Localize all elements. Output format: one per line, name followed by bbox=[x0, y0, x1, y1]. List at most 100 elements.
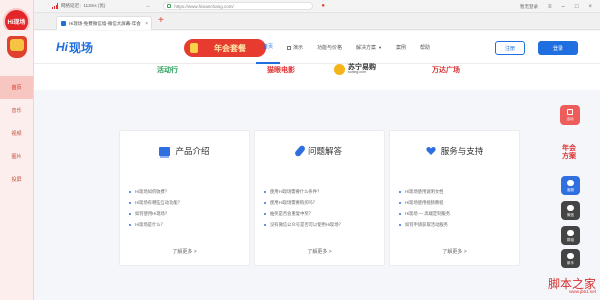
card-link[interactable]: 使用Hi现场需要购买吗？ bbox=[264, 197, 343, 208]
site-logo[interactable]: Hi 现场 bbox=[56, 37, 93, 57]
card-product-intro: 产品介绍 Hi现场如何收费？ Hi现场有哪些互动功能？ 如何使用Hi现场？ Hi… bbox=[119, 130, 250, 266]
wechat-label: 微信 bbox=[567, 213, 574, 217]
watermark: 脚本之家 www.jb51.net bbox=[548, 278, 596, 295]
back-arrow-icon[interactable]: ← bbox=[145, 3, 151, 9]
card-link[interactable]: Hi现场是什么？ bbox=[129, 219, 182, 230]
promo-banner[interactable]: 年会套餐 bbox=[184, 39, 266, 57]
close-button[interactable]: × bbox=[588, 4, 592, 10]
menu-icon[interactable]: ≡ bbox=[548, 4, 552, 10]
learn-more-link[interactable]: 了解更多 > bbox=[255, 248, 384, 255]
group-label: 群组 bbox=[567, 238, 574, 242]
watermark-main: 脚本之家 bbox=[547, 276, 596, 291]
browser-side-rail: Hi现场 首页 音乐 视频 图片 投屏 bbox=[0, 0, 34, 300]
card-link[interactable]: Hi现场有哪些互动功能？ bbox=[129, 197, 182, 208]
maximize-button[interactable]: □ bbox=[575, 4, 579, 10]
card-links: Hi现场使用说明文档 Hi现场使用视频教程 Hi现场 — 高端定制服务 如何申请… bbox=[399, 186, 450, 230]
tab-title: Hi现场-免费微信墙-微信大屏幕-年会 bbox=[69, 20, 141, 26]
login-button[interactable]: 登录 bbox=[538, 41, 578, 55]
card-service-support: 服务与支持 Hi现场使用说明文档 Hi现场使用视频教程 Hi现场 — 高端定制服… bbox=[389, 130, 520, 266]
card-faq: 问题解答 使用Hi现场需要什么条件？ 使用Hi现场需要购买吗？ 抽奖是否会重复中… bbox=[254, 130, 385, 266]
window-controls: 暂无登录 ≡ – □ × bbox=[520, 0, 592, 13]
main-nav: 首页 演示 功能与价格 解决方案 ▼ 案例 帮助 bbox=[256, 31, 437, 64]
register-button[interactable]: 注册 bbox=[495, 41, 525, 55]
card-link[interactable]: Hi现场如何收费？ bbox=[129, 186, 182, 197]
nav-help[interactable]: 帮助 bbox=[413, 31, 437, 64]
learn-more-link[interactable]: 了解更多 > bbox=[120, 248, 249, 255]
rail-item-video[interactable]: 视频 bbox=[0, 122, 33, 145]
floating-toolbar: 活动 年会 方案 客服 微信 群组 新手 bbox=[554, 105, 584, 268]
nav-solutions-label: 解决方案 bbox=[356, 45, 377, 51]
signal-icon bbox=[52, 3, 58, 9]
card-link[interactable]: 如何使用Hi现场？ bbox=[129, 208, 182, 219]
chat-icon bbox=[567, 180, 574, 186]
annual-plan-line2: 方案 bbox=[562, 153, 576, 160]
tab-hixianchang[interactable]: Hi现场-免费微信墙-微信大屏幕-年会 × bbox=[56, 16, 152, 30]
user-status[interactable]: 暂无登录 bbox=[520, 4, 538, 10]
suning-domain: suning.com bbox=[348, 70, 366, 75]
tab-strip: Hi现场-免费微信墙-微信大屏幕-年会 × + bbox=[34, 13, 600, 30]
network-latency: 网络延迟：113ms (优) bbox=[61, 3, 106, 8]
promo-label: 年会套餐 bbox=[214, 43, 246, 53]
pen-icon bbox=[293, 144, 307, 158]
nav-demo-label: 演示 bbox=[293, 45, 304, 51]
wechat-button[interactable]: 微信 bbox=[561, 201, 580, 220]
nav-home[interactable]: 首页 bbox=[256, 31, 281, 64]
nav-demo[interactable]: 演示 bbox=[280, 31, 310, 64]
card-title: 产品介绍 bbox=[175, 146, 210, 156]
card-link[interactable]: 使用Hi现场需要什么条件？ bbox=[264, 186, 343, 197]
card-link[interactable]: 如何申请获取活动服务 bbox=[399, 219, 450, 230]
group-icon bbox=[567, 230, 574, 236]
chevron-down-icon: ▼ bbox=[378, 45, 383, 50]
minimize-button[interactable]: – bbox=[562, 4, 565, 10]
card-title: 问题解答 bbox=[307, 146, 342, 156]
newbie-button[interactable]: 新手 bbox=[561, 249, 580, 268]
newbie-label: 新手 bbox=[567, 261, 574, 265]
card-link[interactable]: Hi现场 — 高端定制服务 bbox=[399, 208, 450, 219]
tab-close-icon[interactable]: × bbox=[145, 21, 148, 27]
nav-cases[interactable]: 案例 bbox=[389, 31, 413, 64]
url-text: https://www.hixianchang.com/ bbox=[174, 3, 234, 9]
rail-item-home[interactable]: 首页 bbox=[0, 76, 33, 99]
customer-service-label: 客服 bbox=[567, 188, 574, 192]
suning-lion-icon bbox=[334, 64, 345, 75]
card-links: Hi现场如何收费？ Hi现场有哪些互动功能？ 如何使用Hi现场？ Hi现场是什么… bbox=[129, 186, 182, 230]
card-link[interactable]: 没有微信公众号是否可以使用Hi现场？ bbox=[264, 219, 343, 230]
bookmark-icon[interactable]: ● bbox=[321, 3, 325, 9]
nav-solutions[interactable]: 解决方案 ▼ bbox=[349, 31, 389, 64]
url-input[interactable]: https://www.hixianchang.com/ bbox=[163, 2, 314, 10]
logo-cn: 现场 bbox=[69, 40, 94, 55]
group-button[interactable]: 群组 bbox=[561, 226, 580, 245]
partner-logo-suning: 苏宁易购 suning.com bbox=[334, 64, 376, 75]
browser-address-bar: 网络延迟：113ms (优) ← https://www.hixianchang… bbox=[34, 0, 600, 13]
card-link[interactable]: Hi现场使用视频教程 bbox=[399, 197, 450, 208]
activity-label: 活动 bbox=[566, 116, 574, 121]
card-link[interactable]: Hi现场使用说明文档 bbox=[399, 186, 450, 197]
demo-icon bbox=[287, 45, 292, 50]
heart-icon bbox=[426, 146, 436, 156]
gift-icon bbox=[567, 108, 573, 115]
customer-service-button[interactable]: 客服 bbox=[561, 176, 580, 195]
nav-pricing[interactable]: 功能与价格 bbox=[310, 31, 349, 64]
card-title: 服务与支持 bbox=[440, 146, 484, 156]
card-links: 使用Hi现场需要什么条件？ 使用Hi现场需要购买吗？ 抽奖是否会重复中奖？ 没有… bbox=[264, 186, 343, 230]
logo-hi: Hi bbox=[56, 40, 68, 54]
activity-button[interactable]: 活动 bbox=[560, 105, 580, 125]
rail-mascot-icon bbox=[1, 30, 33, 66]
rail-item-music[interactable]: 音乐 bbox=[0, 99, 33, 122]
annual-plan-button[interactable]: 年会 方案 bbox=[554, 145, 584, 171]
new-tab-icon[interactable]: + bbox=[158, 15, 164, 26]
learn-more-link[interactable]: 了解更多 > bbox=[390, 248, 519, 255]
lock-icon bbox=[167, 4, 172, 8]
card-link[interactable]: 抽奖是否会重复中奖？ bbox=[264, 208, 343, 219]
book-icon bbox=[159, 146, 171, 158]
rail-item-image[interactable]: 图片 bbox=[0, 145, 33, 168]
wechat-icon bbox=[567, 205, 574, 211]
partner-logos: 活动行 猫眼电影 苏宁易购 suning.com 万达广场 bbox=[34, 64, 600, 90]
rail-menu: 首页 音乐 视频 图片 投屏 bbox=[0, 76, 33, 191]
annual-plan-line1: 年会 bbox=[562, 145, 576, 152]
partner-logo-wanda: 万达广场 bbox=[432, 66, 460, 74]
newbie-icon bbox=[567, 253, 574, 259]
partner-logo-huodongxing: 活动行 bbox=[157, 66, 178, 74]
site-header: Hi 现场 年会套餐 首页 演示 功能与价格 解决方案 ▼ 案例 帮助 注册 登录 bbox=[34, 31, 600, 64]
rail-item-cast[interactable]: 投屏 bbox=[0, 168, 33, 191]
